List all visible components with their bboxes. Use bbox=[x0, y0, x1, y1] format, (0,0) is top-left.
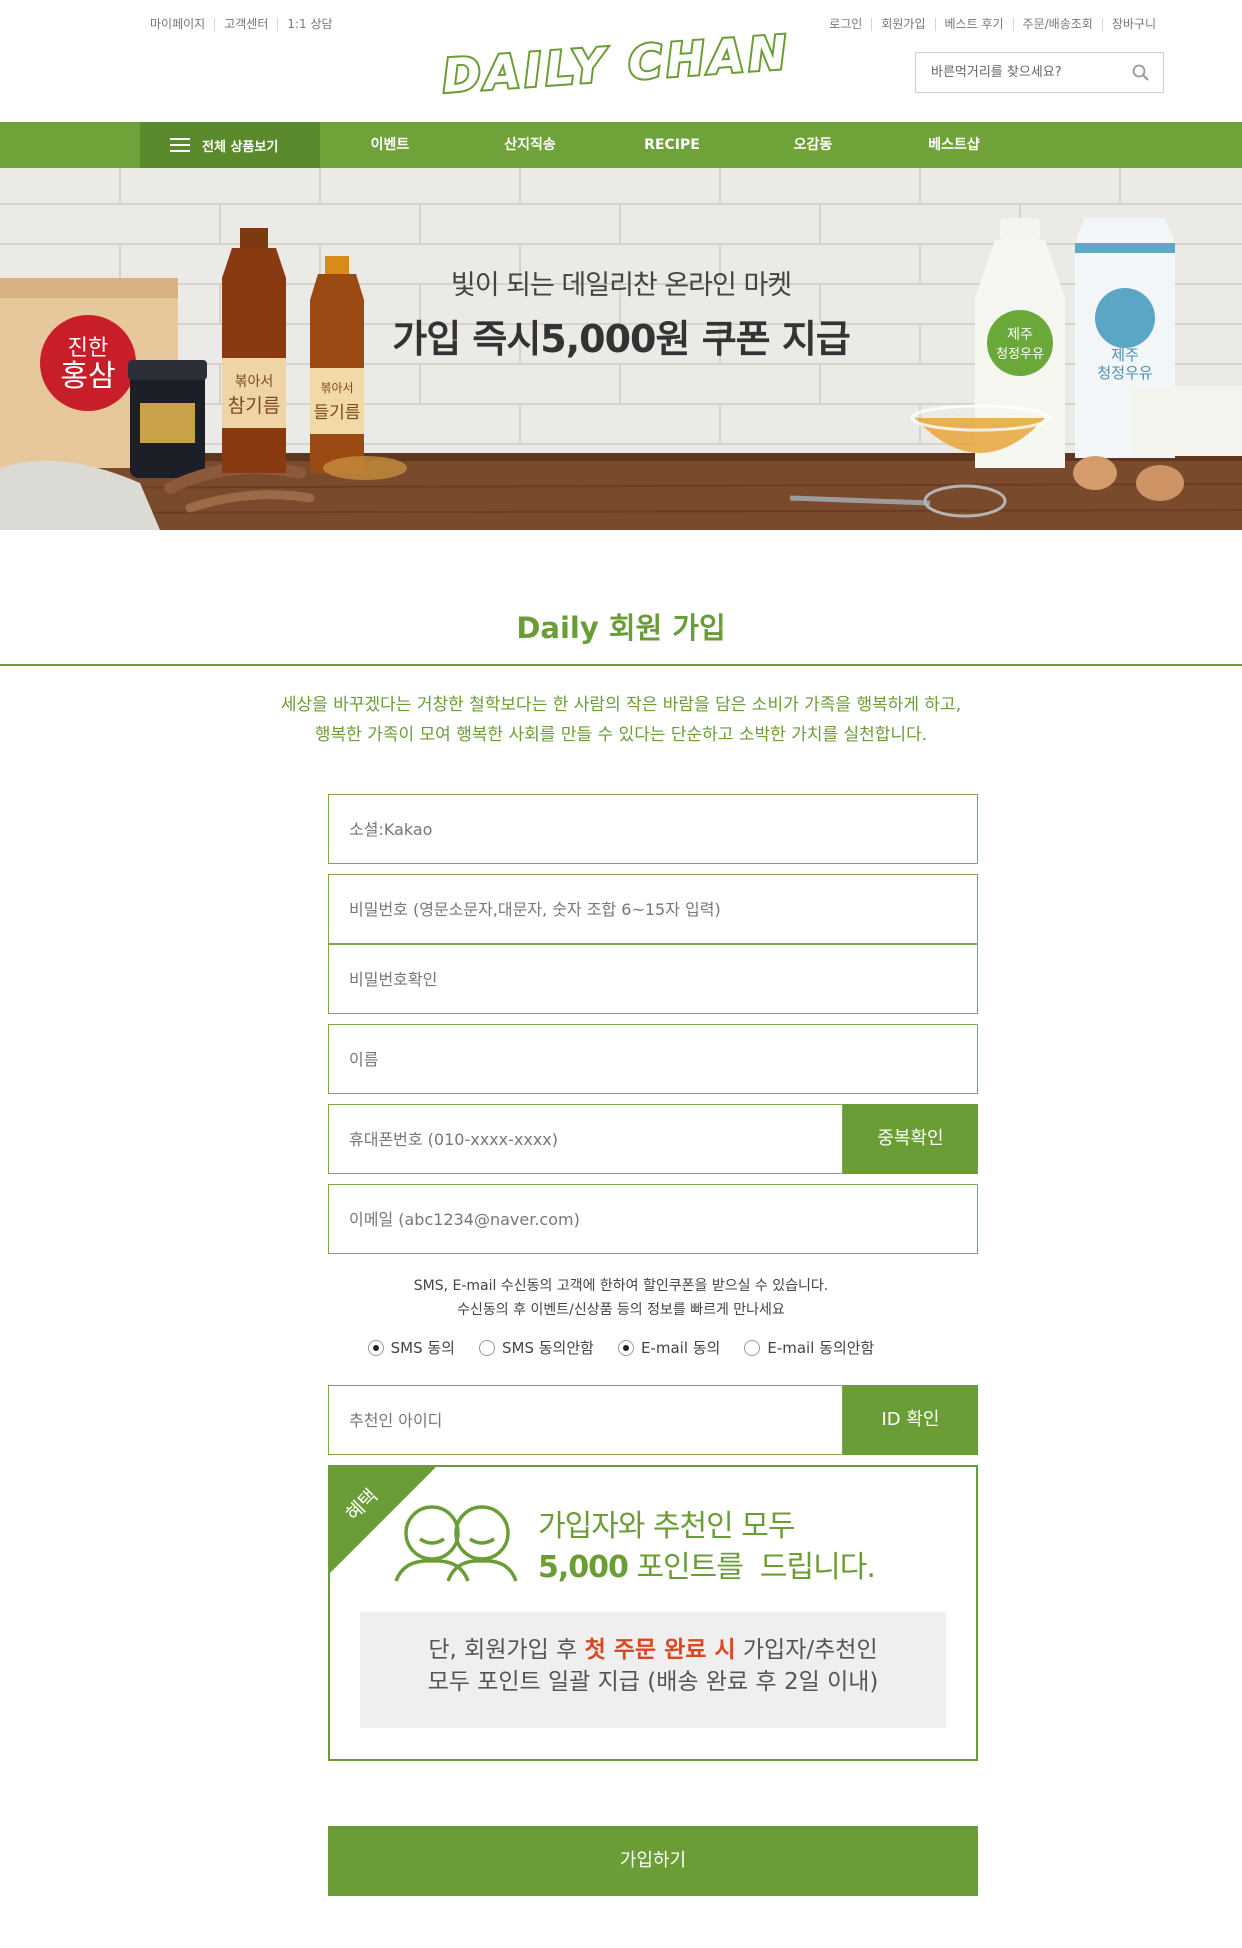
email-disagree-radio[interactable]: E-mail 동의안함 bbox=[744, 1337, 874, 1358]
email-agree-label: E-mail 동의 bbox=[640, 1339, 721, 1357]
order-tracking-link[interactable]: 주문/배송조회 bbox=[1012, 18, 1102, 31]
note-suffix: 가입자/추천인 bbox=[735, 1637, 878, 1663]
best-review-link[interactable]: 베스트 후기 bbox=[934, 18, 1013, 31]
signup-submit-button[interactable]: 가입하기 bbox=[328, 1826, 978, 1896]
benefit-headline: 가입자와 추천인 모두 bbox=[538, 1509, 795, 1544]
nav-item-recipe[interactable]: RECIPE bbox=[612, 122, 732, 168]
sesame-oil-label-2: 참기름 bbox=[228, 395, 280, 417]
intro-line-1: 세상을 바꾸겠다는 거창한 철학보다는 한 사람의 작은 바람을 담은 소비가 … bbox=[280, 695, 962, 715]
consent-radio-group: SMS 동의 SMS 동의안함 E-mail 동의 E-mail 동의안함 bbox=[0, 1337, 1242, 1358]
radio-checked-icon[interactable] bbox=[617, 1339, 634, 1356]
name-input[interactable] bbox=[329, 1025, 977, 1093]
search-icon[interactable] bbox=[1132, 64, 1149, 81]
intro-text: 세상을 바꾸겠다는 거창한 철학보다는 한 사람의 작은 바람을 담은 소비가 … bbox=[0, 690, 1242, 750]
benefit-note-line-1: 단, 회원가입 후 첫 주문 완료 시 가입자/추천인 bbox=[360, 1634, 946, 1666]
customer-center-link[interactable]: 고객센터 bbox=[214, 18, 277, 31]
mypage-link[interactable]: 마이페이지 bbox=[150, 18, 214, 31]
intro-line-2: 행복한 가족이 모여 행복한 사회를 만들 수 있다는 단순하고 소박한 가치를… bbox=[314, 725, 928, 745]
note-highlight: 첫 주문 완료 시 bbox=[584, 1637, 736, 1663]
utility-menu-right: 로그인 회원가입 베스트 후기 주문/배송조회 장바구니 bbox=[829, 18, 1156, 31]
sms-disagree-label: SMS 동의안함 bbox=[501, 1339, 594, 1357]
nav-item-direct-farm[interactable]: 산지직송 bbox=[470, 122, 590, 168]
hamburger-menu-icon bbox=[170, 138, 190, 152]
sms-agree-radio[interactable]: SMS 동의 bbox=[367, 1337, 455, 1358]
site-header: 마이페이지 고객센터 1:1 상담 DAILY CHAN 로그인 회원가입 베스… bbox=[0, 0, 1242, 122]
benefit-note-line-2: 모두 포인트 일괄 지급 (배송 완료 후 2일 이내) bbox=[427, 1669, 879, 1695]
referrer-id-check-button[interactable]: ID 확인 bbox=[843, 1385, 978, 1455]
sms-disagree-radio[interactable]: SMS 동의안함 bbox=[478, 1337, 594, 1358]
search-input[interactable] bbox=[916, 53, 1116, 92]
banner-headline: 빛이 되는 데일리찬 온라인 마켓 bbox=[450, 270, 792, 301]
nav-item-best-shop[interactable]: 베스트샵 bbox=[894, 122, 1014, 168]
benefit-points-text: 포인트를 드립니다. bbox=[627, 1550, 875, 1585]
social-login-input[interactable] bbox=[329, 795, 977, 863]
note-prefix: 단, 회원가입 후 bbox=[428, 1637, 585, 1663]
email-disagree-label: E-mail 동의안함 bbox=[767, 1339, 875, 1357]
sesame-oil-label-1: 볶아서 bbox=[235, 374, 274, 390]
nav-item-ogamdong[interactable]: 오감동 bbox=[753, 122, 873, 168]
logo-text: DAILY CHAN bbox=[441, 25, 793, 103]
phone-duplicate-check-button[interactable]: 중복확인 bbox=[843, 1104, 978, 1174]
notice-line-1: SMS, E-mail 수신동의 고객에 한하여 할인쿠폰을 받으실 수 있습니… bbox=[413, 1278, 829, 1294]
password-confirm-input[interactable] bbox=[329, 945, 977, 1013]
page-title: Daily 회원 가입 bbox=[516, 611, 726, 645]
nav-item-event[interactable]: 이벤트 bbox=[330, 122, 450, 168]
benefit-condition-note: 단, 회원가입 후 첫 주문 완료 시 가입자/추천인 모두 포인트 일괄 지급… bbox=[360, 1612, 946, 1728]
password-field bbox=[328, 874, 978, 944]
email-input[interactable] bbox=[329, 1185, 977, 1253]
referrer-input[interactable] bbox=[329, 1386, 842, 1454]
name-field bbox=[328, 1024, 978, 1094]
banner-coupon-text: 가입 즉시5,000원 쿠폰 지급 bbox=[392, 317, 851, 361]
radio-unchecked-icon[interactable] bbox=[478, 1339, 495, 1356]
signup-link[interactable]: 회원가입 bbox=[871, 18, 934, 31]
utility-menu-left: 마이페이지 고객센터 1:1 상담 bbox=[150, 18, 342, 31]
referral-benefit-box: 혜택 가입자와 추천인 모두 5,000 포인트를 드립니다. 단, 회원가입 … bbox=[328, 1465, 978, 1761]
title-divider bbox=[0, 664, 1242, 666]
main-nav: 전체 상품보기 이벤트 산지직송 RECIPE 오감동 베스트샵 bbox=[0, 122, 1242, 168]
promo-banner[interactable]: 진한 홍삼 볶아서 참기름 볶아서 들기름 제주 청정우유 제주 청정우유 빛이… bbox=[0, 168, 1242, 530]
ginseng-box-label-2: 홍삼 bbox=[60, 359, 115, 394]
email-field bbox=[328, 1184, 978, 1254]
cart-link[interactable]: 장바구니 bbox=[1101, 18, 1156, 31]
social-login-field bbox=[328, 794, 978, 864]
two-people-icon bbox=[394, 1505, 518, 1582]
daily-chan-logo[interactable]: DAILY CHAN bbox=[422, 22, 812, 112]
all-products-menu-button[interactable]: 전체 상품보기 bbox=[140, 122, 320, 168]
all-products-label: 전체 상품보기 bbox=[202, 139, 279, 155]
benefit-points-line: 5,000 포인트를 드립니다. bbox=[538, 1542, 876, 1586]
one-on-one-link[interactable]: 1:1 상담 bbox=[277, 18, 341, 31]
email-agree-radio[interactable]: E-mail 동의 bbox=[617, 1337, 721, 1358]
radio-unchecked-icon[interactable] bbox=[744, 1339, 761, 1356]
search-box bbox=[915, 52, 1164, 93]
password-confirm-field bbox=[328, 944, 978, 1014]
perilla-oil-label-1: 볶아서 bbox=[320, 381, 353, 395]
phone-input[interactable] bbox=[329, 1105, 842, 1173]
referrer-field bbox=[328, 1385, 843, 1455]
benefit-points-amount: 5,000 bbox=[538, 1550, 629, 1585]
phone-field bbox=[328, 1104, 843, 1174]
notice-line-2: 수신동의 후 이벤트/신상품 등의 정보를 빠르게 만나세요 bbox=[457, 1302, 785, 1318]
perilla-oil-label-2: 들기름 bbox=[314, 403, 361, 423]
milk-carton-label-2: 청정우유 bbox=[1097, 364, 1152, 382]
password-input[interactable] bbox=[329, 875, 977, 943]
sms-agree-label: SMS 동의 bbox=[390, 1339, 455, 1357]
login-link[interactable]: 로그인 bbox=[829, 18, 871, 31]
radio-checked-icon[interactable] bbox=[367, 1339, 384, 1356]
marketing-consent-notice: SMS, E-mail 수신동의 고객에 한하여 할인쿠폰을 받으실 수 있습니… bbox=[0, 1274, 1242, 1322]
